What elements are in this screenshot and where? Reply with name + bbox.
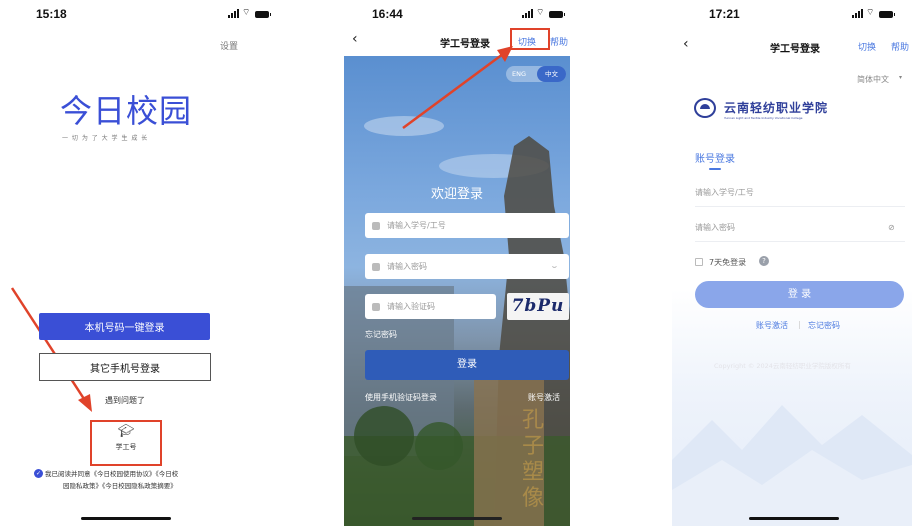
signal-icon — [852, 8, 863, 18]
annotation-arrow — [402, 46, 513, 130]
welcome-heading: 欢迎登录 — [430, 187, 483, 202]
account-placeholder: 请输入学号/工号 — [387, 221, 446, 230]
wifi-icon: ⌔ — [866, 8, 875, 18]
status-icons: ⌔ — [228, 8, 272, 18]
chevron-down-icon[interactable]: ▾ — [899, 74, 902, 81]
remember-checkbox[interactable] — [695, 258, 703, 266]
back-icon[interactable]: ‹ — [352, 31, 358, 47]
battery-icon — [255, 11, 272, 18]
login-button[interactable]: 登 录 — [695, 281, 904, 308]
status-icons: ⌔ — [522, 8, 566, 18]
captcha-image[interactable]: 7bPu — [507, 293, 569, 320]
battery-icon — [879, 11, 896, 18]
tab-account-login[interactable]: 账号登录 — [695, 150, 735, 165]
battery-icon — [549, 11, 566, 18]
signal-icon — [522, 8, 533, 18]
forgot-password-link[interactable]: 忘记密码 — [808, 320, 840, 331]
phone-screen-jinri-xiaoyuan: 15:18 ⌔ 设置 今日校园 一 切 为 了 大 学 生 成 长 本机号码一键… — [0, 0, 290, 526]
account-input[interactable]: 请输入学号/工号 — [695, 187, 754, 198]
shield-icon — [372, 302, 380, 311]
lang-zh-option[interactable]: 中文 — [537, 66, 566, 82]
link-divider: | — [798, 320, 801, 329]
forgot-password-link[interactable]: 忘记密码 — [365, 329, 397, 340]
status-time: 15:18 — [36, 7, 67, 21]
status-bar: 16:44 ⌔ — [344, 0, 570, 30]
wifi-icon: ⌔ — [242, 8, 251, 18]
status-icons: ⌔ — [852, 8, 896, 18]
lang-eng-option[interactable]: ENG — [512, 70, 526, 78]
eye-closed-icon[interactable]: ⊘ — [888, 223, 895, 232]
student-id-label: 学工号 — [115, 443, 137, 451]
account-input-underline — [695, 206, 905, 207]
home-indicator — [749, 517, 839, 520]
signal-icon — [228, 8, 239, 18]
status-time: 17:21 — [709, 7, 740, 21]
school-name-en: Yunnan Light and Textile Industry Vocati… — [724, 116, 803, 120]
tab-underline — [709, 168, 721, 170]
phone-screen-student-id-login-photo: 16:44 ⌔ ‹ 学工号登录 切换 帮助 ENG 中文 欢迎登录 请输入学号/… — [344, 0, 570, 526]
sms-login-link[interactable]: 使用手机验证码登录 — [365, 392, 437, 403]
help-link[interactable]: 帮助 — [891, 40, 909, 53]
one-click-login-button[interactable]: 本机号码一键登录 — [39, 313, 210, 340]
captcha-placeholder: 请输入验证码 — [387, 302, 435, 311]
school-name: 云南轻纺职业学院 — [724, 101, 829, 115]
home-indicator — [81, 517, 171, 520]
school-emblem-inner — [700, 104, 710, 109]
switch-link[interactable]: 切换 — [518, 35, 536, 48]
school-emblem-icon — [694, 98, 716, 118]
agreement-text-line2[interactable]: 园隐私政策》《今日校园隐私政策摘要》 — [63, 480, 177, 490]
copyright-text: Copyright © 2024云南轻纺职业学院版权所有 — [714, 362, 851, 370]
status-time: 16:44 — [372, 7, 403, 21]
user-icon — [372, 221, 380, 230]
phone-screen-student-id-login-clean: 17:21 ⌔ ‹ 学工号登录 切换 帮助 简体中文 ▾ 云南轻纺职业学院 Yu… — [672, 0, 912, 526]
graduation-cap-icon: 🎓︎ — [117, 424, 135, 439]
wifi-icon: ⌔ — [536, 8, 545, 18]
password-input-underline — [695, 241, 905, 242]
question-icon[interactable]: ? — [759, 256, 769, 266]
eye-closed-icon[interactable]: ⌣ — [552, 262, 557, 272]
status-bar: 17:21 ⌔ — [672, 0, 912, 30]
back-icon[interactable]: ‹ — [683, 36, 689, 52]
lock-icon — [372, 262, 380, 271]
check-icon: ✓ — [34, 469, 43, 478]
switch-link[interactable]: 切换 — [858, 40, 876, 53]
app-slogan: 一 切 为 了 大 学 生 成 长 — [62, 135, 149, 142]
account-activate-link[interactable]: 账号激活 — [528, 392, 560, 403]
home-indicator — [412, 517, 502, 520]
help-link[interactable]: 帮助 — [550, 35, 568, 48]
statue-calligraphy: 孔子塑像 — [522, 408, 545, 511]
password-placeholder: 请输入密码 — [387, 262, 427, 271]
captcha-input[interactable]: 请输入验证码 — [365, 294, 496, 319]
language-selector[interactable]: 简体中文 — [857, 74, 889, 85]
page-title: 学工号登录 — [770, 44, 820, 55]
remember-label: 7天免登录 — [709, 258, 747, 267]
account-input[interactable]: 请输入学号/工号 — [365, 213, 569, 238]
settings-link[interactable]: 设置 — [220, 39, 238, 52]
account-activate-link[interactable]: 账号激活 — [756, 320, 788, 331]
status-bar: 15:18 ⌔ — [0, 0, 290, 30]
other-phone-login-button[interactable]: 其它手机号登录 — [39, 353, 211, 381]
student-id-login-button[interactable]: 🎓︎ 学工号 — [90, 420, 162, 466]
problem-link[interactable]: 遇到问题了 — [0, 395, 250, 406]
app-logo-title: 今日校园 — [60, 92, 193, 130]
password-input[interactable]: 请输入密码 ⌣ — [365, 254, 569, 279]
mountain-illustration — [672, 405, 912, 526]
login-button[interactable]: 登录 — [365, 350, 569, 380]
agreement-text-line1[interactable]: 我已阅读并同意《今日校园使用协议》《今日校 — [45, 468, 178, 478]
password-input[interactable]: 请输入密码 — [695, 222, 735, 233]
